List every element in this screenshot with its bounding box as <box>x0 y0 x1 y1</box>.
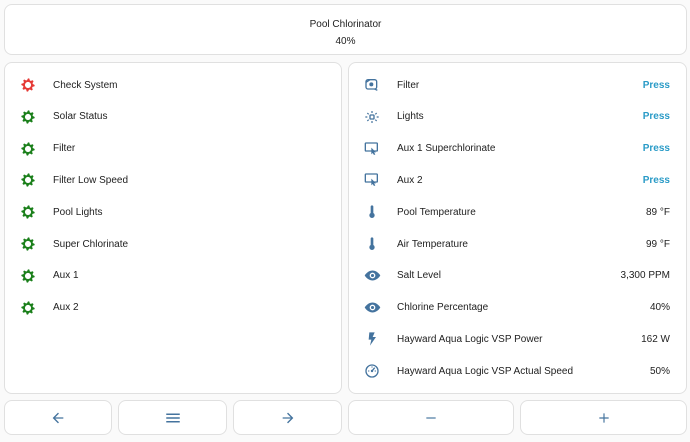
entity-label: Hayward Aqua Logic VSP Actual Speed <box>397 365 574 377</box>
menu-button[interactable] <box>118 400 227 435</box>
sensor-value: 99 °F <box>645 238 670 250</box>
switch-label: Super Chlorinate <box>53 238 129 250</box>
flash-icon <box>363 330 381 348</box>
gear-icon <box>21 269 35 283</box>
gear-icon <box>21 205 35 219</box>
sensor-row: Chlorine Percentage 40% <box>349 294 686 322</box>
menu-icon <box>165 413 180 422</box>
switch-label: Pool Lights <box>53 206 103 218</box>
sensor-value: 40% <box>649 302 670 314</box>
header-value: 40% <box>335 36 356 47</box>
switch-label: Filter Low Speed <box>53 174 129 186</box>
switch-list-card: Check System Solar Status Filter Filter … <box>4 62 342 394</box>
button-row[interactable]: Lights Press <box>349 103 686 131</box>
forward-button[interactable] <box>233 400 342 435</box>
switch-label: Solar Status <box>53 111 108 123</box>
press-button[interactable]: Press <box>643 111 670 122</box>
entity-label: Salt Level <box>397 270 441 282</box>
minus-icon <box>426 416 436 419</box>
touch-button-icon <box>363 171 381 189</box>
switch-row[interactable]: Filter Low Speed <box>5 166 341 194</box>
header-card: Pool Chlorinator 40% <box>4 4 687 55</box>
switch-row[interactable]: Pool Lights <box>5 198 341 226</box>
entity-label: Pool Temperature <box>397 206 476 218</box>
gear-icon <box>19 140 37 158</box>
decrease-button[interactable] <box>348 400 514 435</box>
sensor-row: Air Temperature 99 °F <box>349 230 686 258</box>
switch-label: Aux 2 <box>53 302 79 314</box>
entity-label: Hayward Aqua Logic VSP Power <box>397 333 543 345</box>
sensor-row: Hayward Aqua Logic VSP Actual Speed 50% <box>349 357 686 385</box>
sensor-value: 50% <box>649 365 670 377</box>
filter-pump-icon <box>363 76 381 94</box>
entity-label: Air Temperature <box>397 238 468 250</box>
press-button[interactable]: Press <box>643 143 670 154</box>
button-row[interactable]: Filter Press <box>349 71 686 99</box>
sensor-value: 3,300 PPM <box>620 270 670 282</box>
switch-label: Check System <box>53 79 118 91</box>
gear-icon <box>21 78 35 92</box>
gear-icon <box>19 267 37 285</box>
gauge-icon <box>363 362 381 380</box>
gear-icon <box>19 108 37 126</box>
thermometer-icon <box>363 203 381 221</box>
gear-icon <box>21 173 35 188</box>
gear-icon <box>21 300 35 315</box>
entity-label: Filter <box>397 79 420 91</box>
gear-icon <box>19 76 37 94</box>
eye-icon <box>363 299 381 317</box>
entity-label: Aux 2 <box>397 174 423 186</box>
switch-row[interactable]: Aux 2 <box>5 294 341 322</box>
switch-label: Aux 1 <box>53 270 79 282</box>
sensor-row: Pool Temperature 89 °F <box>349 198 686 226</box>
sensor-row: Hayward Aqua Logic VSP Power 162 W <box>349 325 686 353</box>
entity-label: Lights <box>397 111 424 123</box>
light-icon <box>363 108 381 126</box>
gear-icon <box>21 141 35 156</box>
eye-icon <box>363 267 381 285</box>
switch-row[interactable]: Check System <box>5 71 341 99</box>
arrow-right-icon <box>282 412 293 423</box>
sensor-value: 89 °F <box>645 206 670 218</box>
button-row[interactable]: Aux 2 Press <box>349 166 686 194</box>
thermometer-icon <box>363 235 381 253</box>
switch-label: Filter <box>53 143 76 155</box>
button-row[interactable]: Aux 1 Superchlorinate Press <box>349 135 686 163</box>
touch-button-icon <box>363 140 381 158</box>
plus-icon <box>598 412 609 423</box>
gear-icon <box>19 299 37 317</box>
increase-button[interactable] <box>520 400 687 435</box>
entity-label: Chlorine Percentage <box>397 302 489 314</box>
arrow-left-icon <box>52 412 64 423</box>
gear-icon <box>19 171 37 189</box>
switch-row[interactable]: Aux 1 <box>5 262 341 290</box>
switch-row[interactable]: Solar Status <box>5 103 341 131</box>
gear-icon <box>19 235 37 253</box>
back-button[interactable] <box>4 400 112 435</box>
switch-row[interactable]: Super Chlorinate <box>5 230 341 258</box>
header-title: Pool Chlorinator <box>309 19 382 30</box>
sensor-value: 162 W <box>641 333 670 345</box>
entity-list-card: Filter Press Lights Press Aux 1 Superchl… <box>348 62 687 394</box>
press-button[interactable]: Press <box>643 175 670 186</box>
entity-label: Aux 1 Superchlorinate <box>397 143 496 155</box>
switch-row[interactable]: Filter <box>5 135 341 163</box>
gear-icon <box>21 237 35 251</box>
press-button[interactable]: Press <box>643 80 670 91</box>
gear-icon <box>19 203 37 221</box>
gear-icon <box>21 110 35 124</box>
sensor-row: Salt Level 3,300 PPM <box>349 262 686 290</box>
